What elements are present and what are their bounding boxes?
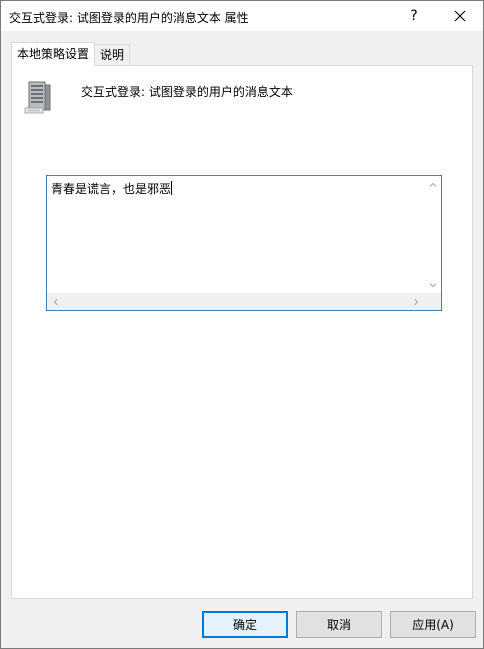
ok-button[interactable]: 确定	[202, 611, 288, 638]
help-button[interactable]: ?	[391, 1, 437, 31]
server-icon	[24, 81, 51, 114]
chevron-right-icon	[413, 298, 418, 305]
tab-label: 说明	[100, 48, 125, 62]
scroll-left-button[interactable]	[47, 293, 64, 310]
tab-label: 本地策略设置	[17, 47, 90, 61]
tab-panel	[11, 65, 473, 599]
close-icon	[454, 10, 466, 22]
properties-dialog: 交互式登录: 试图登录的用户的消息文本 属性 ? 本地策略设置 说明 交互式登录…	[0, 0, 484, 649]
scroll-down-button[interactable]	[424, 276, 441, 293]
scroll-right-button[interactable]	[407, 293, 424, 310]
scrollbar-corner	[424, 293, 441, 310]
chevron-down-icon	[429, 282, 436, 287]
cancel-button-label: 取消	[326, 618, 351, 632]
cancel-button[interactable]: 取消	[296, 611, 382, 638]
chevron-up-icon	[429, 182, 436, 187]
scroll-up-button[interactable]	[424, 176, 441, 193]
window-title: 交互式登录: 试图登录的用户的消息文本 属性	[9, 11, 249, 25]
horizontal-scrollbar[interactable]	[47, 293, 424, 310]
ok-button-label: 确定	[232, 618, 257, 632]
apply-button-label: 应用(A)	[412, 618, 454, 632]
tab-local-policy-setting[interactable]: 本地策略设置	[11, 42, 96, 66]
vertical-scrollbar[interactable]	[424, 176, 441, 293]
chevron-left-icon	[53, 298, 58, 305]
close-button[interactable]	[437, 1, 483, 31]
policy-name: 交互式登录: 试图登录的用户的消息文本	[81, 85, 293, 99]
message-text-value: 青春是谎言，也是邪恶	[51, 182, 172, 196]
message-text-input[interactable]: 青春是谎言，也是邪恶	[46, 175, 442, 311]
tab-explain[interactable]: 说明	[95, 44, 131, 65]
apply-button[interactable]: 应用(A)	[390, 611, 476, 638]
title-bar[interactable]: 交互式登录: 试图登录的用户的消息文本 属性 ?	[1, 1, 483, 31]
help-icon: ?	[410, 8, 418, 24]
text-caret	[171, 181, 173, 195]
